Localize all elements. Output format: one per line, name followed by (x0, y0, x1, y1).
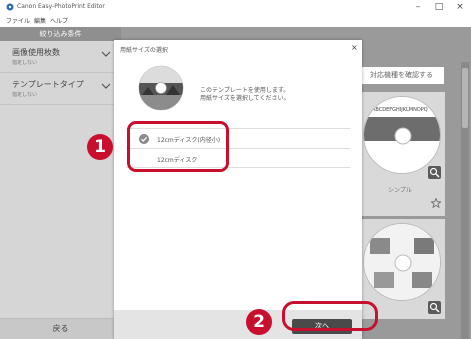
filter-title: テンプレートタイプ (12, 80, 84, 89)
menu-bar: ファイル 編集 ヘルプ (0, 15, 471, 25)
scrollbar-thumb[interactable] (462, 68, 468, 128)
chevron-down-icon[interactable] (101, 82, 111, 90)
filter-value: 指定しない (12, 60, 38, 66)
step-2-badge: 2 (246, 309, 272, 335)
dialog-message-line: 用紙サイズを選択してください。 (200, 95, 290, 102)
minimize-icon[interactable]: – (410, 1, 426, 13)
template-disc-thumbnail (363, 223, 441, 301)
highlight-next-button (282, 301, 378, 331)
star-icon[interactable] (431, 198, 441, 208)
scrollbar[interactable] (461, 62, 469, 339)
filter-template-type[interactable]: テンプレートタイプ 指定しない (0, 73, 121, 105)
filter-value: 指定しない (12, 92, 38, 98)
chevron-down-icon[interactable] (101, 50, 111, 58)
close-icon[interactable]: × (351, 43, 358, 52)
menu-edit[interactable]: 編集 (34, 16, 46, 25)
disc-icon (138, 65, 184, 111)
title-bar: Canon Easy-PhotoPrint Editor – □ × (0, 0, 471, 15)
step-1-badge: 1 (87, 134, 113, 160)
back-button[interactable]: 戻る (0, 318, 121, 339)
filter-panel-header: 絞り込み条件 (0, 27, 121, 41)
highlight-paper-options (127, 121, 229, 172)
filter-image-count[interactable]: 画像使用枚数 指定しない (0, 41, 121, 73)
filter-panel: 絞り込み条件 画像使用枚数 指定しない テンプレートタイプ 指定しない 戻る (0, 27, 121, 339)
template-disc-thumbnail: ABCDEFGHIJKLMNOPQ (363, 96, 441, 174)
zoom-icon[interactable] (428, 166, 441, 179)
menu-help[interactable]: ヘルプ (50, 16, 68, 25)
check-compatible-models-button[interactable]: 対応機種を確認する (358, 66, 445, 85)
template-name: シンプル (388, 187, 412, 194)
template-disc-text: ABCDEFGHIJKLMNOPQ (372, 107, 428, 113)
template-card[interactable]: ABCDEFGHIJKLMNOPQ シンプル (358, 92, 445, 216)
maximize-icon[interactable]: □ (431, 1, 447, 13)
disc-icon (364, 224, 440, 300)
paper-size-dialog: 用紙サイズの選択 × このテンプレートを使用します。 用紙サイズを選択してくださ… (114, 40, 362, 339)
close-icon[interactable]: × (452, 1, 468, 13)
window-title: Canon Easy-PhotoPrint Editor (17, 3, 105, 10)
filter-title: 画像使用枚数 (12, 48, 60, 57)
dialog-title: 用紙サイズの選択 (120, 47, 168, 54)
zoom-icon[interactable] (428, 301, 441, 314)
app-icon (6, 3, 14, 11)
menu-file[interactable]: ファイル (6, 16, 30, 25)
